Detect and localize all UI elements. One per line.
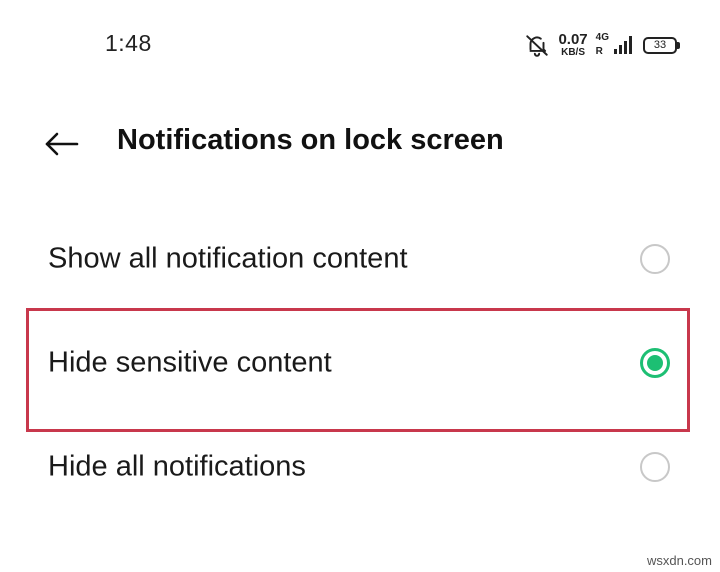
- option-label: Show all notification content: [48, 242, 408, 275]
- option-hide-all-notifications[interactable]: Hide all notifications: [0, 422, 720, 512]
- watermark: wsxdn.com: [646, 553, 712, 568]
- option-hide-sensitive-content[interactable]: Hide sensitive content: [0, 318, 720, 408]
- status-icons: 0.07 KB/S 4G R 33: [524, 28, 680, 62]
- network-speed-unit: KB/S: [561, 47, 585, 58]
- network-type-label: 4G: [595, 32, 609, 43]
- battery-tip: [677, 41, 680, 49]
- radio-button[interactable]: [640, 452, 670, 482]
- option-label: Hide sensitive content: [48, 346, 332, 379]
- notifications-muted-icon: [524, 32, 550, 58]
- arrow-left-icon: [44, 132, 80, 156]
- battery-level: 33: [643, 36, 677, 54]
- battery-icon: 33: [643, 36, 680, 54]
- back-button[interactable]: [40, 122, 84, 166]
- network-speed-value: 0.07: [558, 31, 588, 48]
- option-show-all-notification-content[interactable]: Show all notification content: [0, 214, 720, 304]
- status-time: 1:48: [105, 30, 152, 56]
- page-title: Notifications on lock screen: [117, 124, 504, 156]
- radio-button[interactable]: [640, 244, 670, 274]
- signal-icon: [613, 34, 635, 56]
- radio-button-selected[interactable]: [640, 348, 670, 378]
- roaming-indicator: R: [595, 46, 603, 57]
- option-label: Hide all notifications: [48, 450, 306, 483]
- network-type: 4G R: [596, 33, 609, 57]
- network-speed: 0.07 KB/S: [558, 32, 587, 58]
